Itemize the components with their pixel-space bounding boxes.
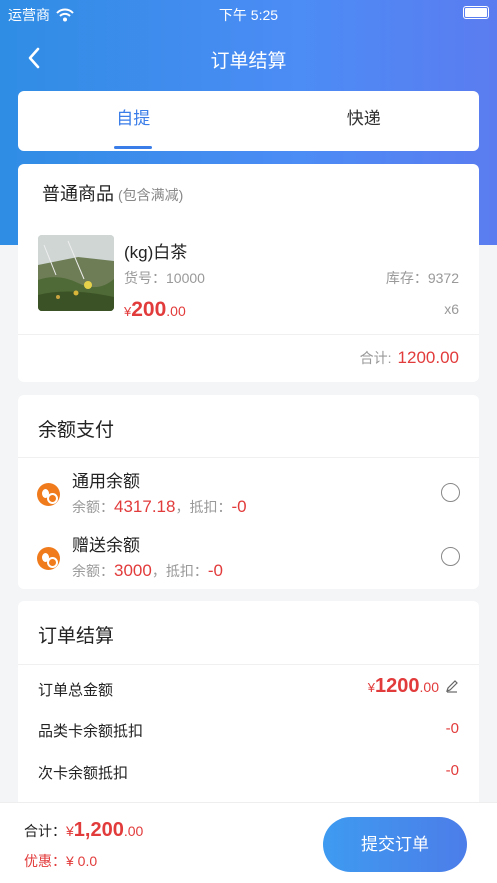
divider	[18, 334, 479, 335]
edit-icon[interactable]	[445, 679, 459, 693]
footer-discount: 优惠：¥ 0.0	[24, 853, 98, 869]
coin-icon	[37, 483, 60, 506]
checkout-bar: 合计：¥1,200.00 优惠：¥ 0.0 提交订单	[0, 802, 497, 883]
goods-subtotal: 合计: 1200.00	[359, 348, 459, 367]
delivery-tabs: 自提 快递	[18, 91, 479, 151]
product-name: (kg)白茶	[124, 243, 188, 262]
balance-payment-card: 余额支付 通用余额 余额：4317.18，抵扣：-0 赠送余额 余额：3000，…	[18, 395, 479, 589]
submit-order-button[interactable]: 提交订单	[323, 817, 467, 872]
nav-bar: 订单结算	[0, 38, 497, 78]
product-price: ¥200.00	[124, 298, 186, 321]
tab-express[interactable]: 快递	[249, 91, 480, 151]
product-thumbnail	[38, 235, 114, 311]
balance-info: 余额：4317.18，抵扣：-0	[72, 497, 247, 516]
balance-option-general[interactable]: 通用余额 余额：4317.18，抵扣：-0	[18, 461, 479, 525]
balance-name: 通用余额	[72, 472, 140, 491]
status-time: 下午 5:25	[218, 7, 279, 23]
footer-total: 合计：¥1,200.00	[24, 819, 144, 841]
product-code: 货号：10000	[124, 270, 205, 286]
summary-section-title: 订单结算	[38, 626, 115, 647]
divider	[18, 664, 479, 665]
order-summary-card: 订单结算 订单总金额 ¥1200.00 品类卡余额抵扣 -0 次卡余额抵扣 -0	[18, 601, 479, 821]
category-card-deduction-row: 品类卡余额抵扣 -0	[38, 720, 459, 740]
page-title: 订单结算	[210, 51, 287, 72]
balance-name: 赠送余额	[72, 536, 140, 555]
balance-info: 余额：3000，抵扣：-0	[72, 561, 223, 580]
balance-option-gift[interactable]: 赠送余额 余额：3000，抵扣：-0	[18, 525, 479, 589]
divider	[18, 457, 479, 458]
battery-icon	[463, 6, 489, 19]
goods-card: 普通商品 (包含满减) (kg)白茶 货号：10000 库存：9372 ¥200.…	[18, 164, 479, 382]
order-total-value: ¥1200.00	[368, 675, 459, 698]
goods-section-title: 普通商品 (包含满减)	[42, 184, 184, 204]
coin-icon	[37, 547, 60, 570]
balance-radio[interactable]	[441, 483, 460, 502]
product-stock: 库存：9372	[385, 270, 459, 286]
tab-pickup[interactable]: 自提	[18, 91, 249, 151]
balance-section-title: 余额支付	[38, 420, 115, 441]
order-total-row: 订单总金额 ¥1200.00	[38, 675, 459, 700]
balance-radio[interactable]	[441, 547, 460, 566]
product-quantity: x6	[444, 301, 459, 317]
goods-section-subtitle: (包含满减)	[118, 187, 184, 203]
count-card-deduction-row: 次卡余额抵扣 -0	[38, 762, 459, 782]
status-bar: 运营商 下午 5:25	[0, 0, 497, 26]
